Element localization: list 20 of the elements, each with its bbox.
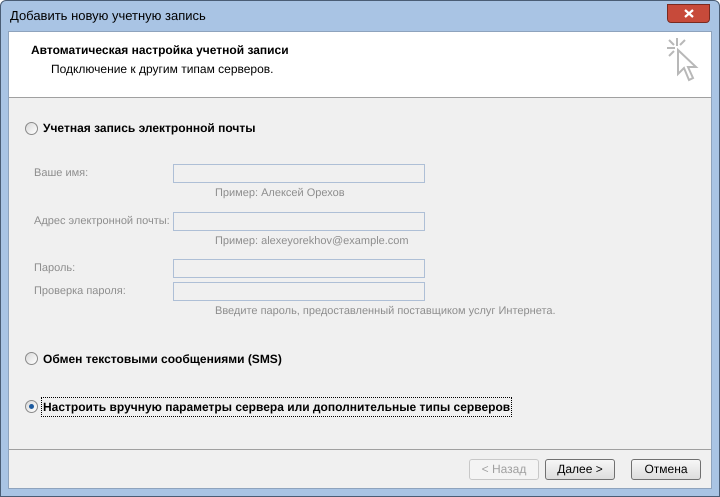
- close-button[interactable]: [667, 4, 710, 22]
- field-label: Проверка пароля:: [33, 284, 127, 300]
- radio-label[interactable]: Учетная запись электронной почты: [42, 119, 256, 137]
- radio-button[interactable]: [25, 122, 38, 134]
- field-label: Адрес электронной почты:: [33, 214, 171, 229]
- radio-button[interactable]: [25, 400, 38, 413]
- header-subtitle: Подключение к другим типам серверов.: [50, 61, 274, 78]
- header-title: Автоматическая настройка учетной записи: [31, 42, 289, 59]
- radio-label[interactable]: Обмен текстовыми сообщениями (SMS): [42, 350, 283, 368]
- radio-label[interactable]: Настроить вручную параметры сервера или дополнительные типы серверов: [42, 398, 512, 416]
- window-title: Добавить новую учетную запись: [9, 7, 206, 26]
- field-hint: Пример: alexeyorekhov@example.com: [214, 234, 410, 248]
- dialog-button[interactable]: Далее >: [545, 458, 615, 480]
- dialog-button[interactable]: Отмена: [631, 458, 701, 480]
- close-icon: [684, 8, 694, 18]
- radio-button[interactable]: [25, 352, 38, 365]
- field-label: Ваше имя:: [33, 166, 90, 182]
- field-hint: Введите пароль, предоставленный поставщиком услуг Интернета.: [214, 304, 557, 319]
- field-hint: Пример: Алексей Орехов: [214, 186, 346, 201]
- field-label: Пароль:: [33, 261, 76, 276]
